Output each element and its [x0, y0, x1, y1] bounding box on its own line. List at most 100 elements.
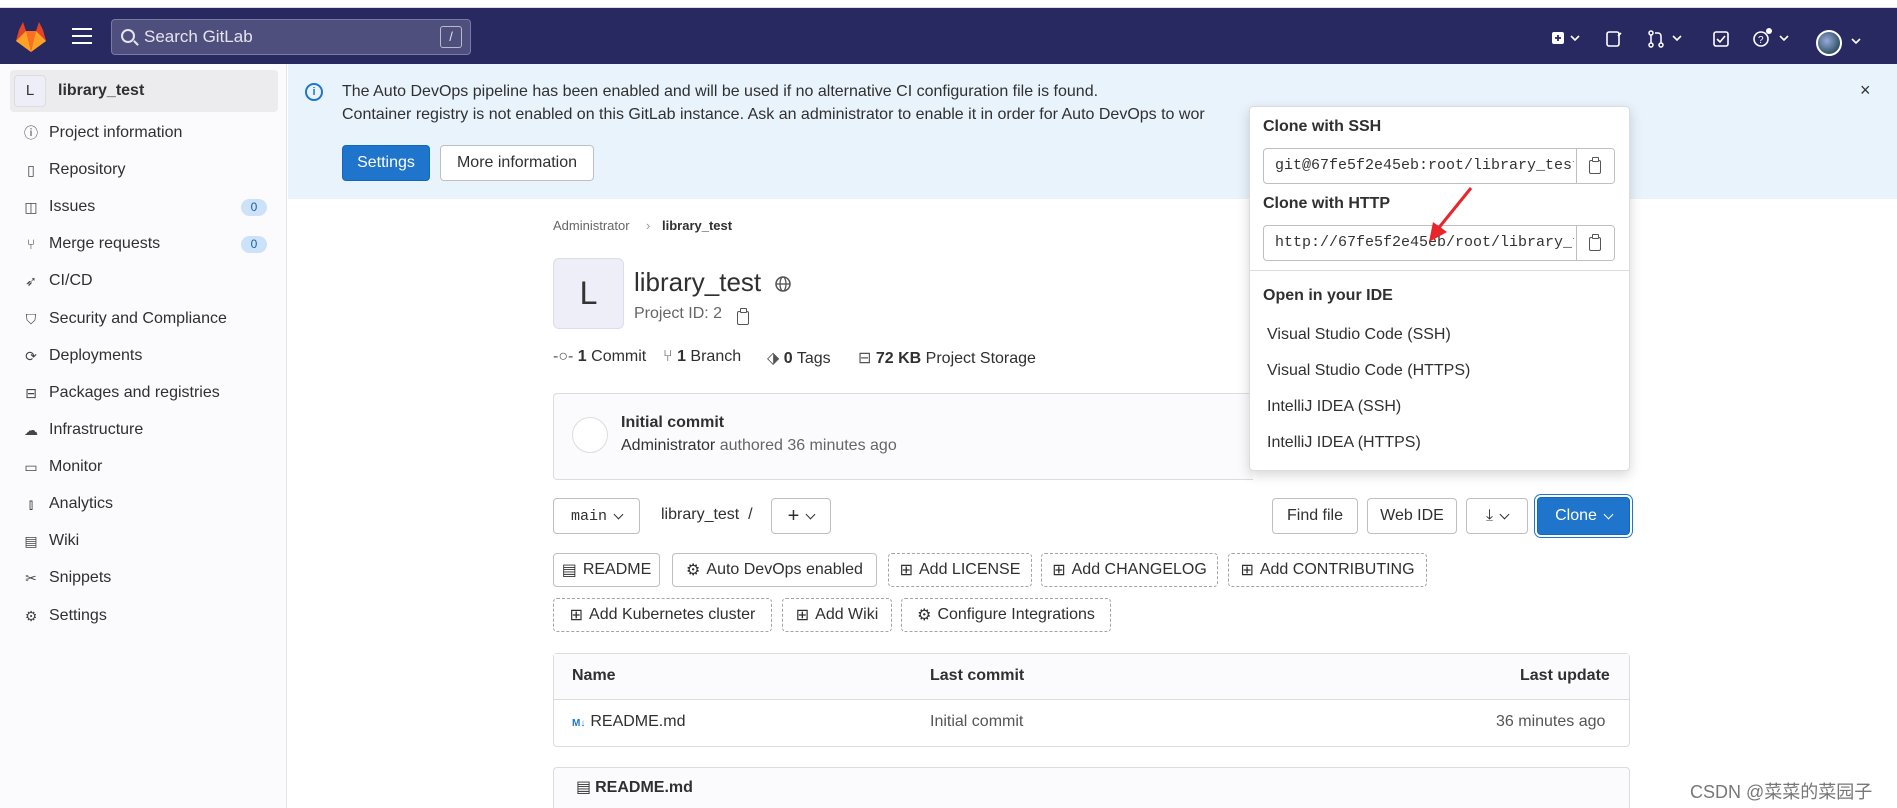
- find-file-button[interactable]: Find file: [1272, 498, 1358, 534]
- configure-integrations-label: Configure Integrations: [937, 606, 1095, 623]
- menu-hamburger-icon[interactable]: [72, 28, 92, 44]
- copy-ssh-url-button[interactable]: [1576, 149, 1614, 183]
- sidebar-item-label: Project information: [49, 124, 183, 141]
- column-name: Name: [572, 667, 616, 684]
- search-input[interactable]: Search GitLab /: [111, 19, 471, 55]
- sidebar-item-repository[interactable]: ▯ Repository: [22, 158, 267, 182]
- ide-vscode-ssh[interactable]: Visual Studio Code (SSH): [1267, 326, 1451, 344]
- file-tree-header: [554, 654, 1629, 700]
- sidebar-item-label: Security and Compliance: [49, 310, 227, 327]
- add-file-dropdown[interactable]: +: [771, 498, 831, 534]
- add-changelog-button[interactable]: ⊞ Add CHANGELOG: [1041, 553, 1218, 587]
- close-icon[interactable]: ×: [1860, 80, 1871, 101]
- alert-more-information-button[interactable]: More information: [440, 145, 594, 181]
- sidebar-item-snippets[interactable]: ✂ Snippets: [22, 566, 267, 590]
- add-changelog-label: Add CHANGELOG: [1071, 561, 1207, 578]
- clone-label: Clone: [1555, 507, 1597, 524]
- create-new-icon[interactable]: [1551, 30, 1581, 46]
- sidebar-project-header[interactable]: L library_test: [10, 70, 278, 112]
- sidebar-item-settings[interactable]: ⚙ Settings: [22, 604, 267, 628]
- sidebar-item-project-information[interactable]: ⓘ Project information: [22, 121, 267, 145]
- svg-text:?: ?: [1758, 35, 1764, 46]
- branches-stat[interactable]: ⑂ 1 Branch: [663, 348, 741, 366]
- todo-icon[interactable]: [1712, 30, 1730, 48]
- issues-icon: ◫: [24, 198, 38, 215]
- gear-icon: ⚙: [686, 562, 701, 579]
- shield-icon: ⛉: [25, 310, 37, 327]
- sidebar-item-merge-requests[interactable]: ⑂ Merge requests 0: [22, 232, 267, 256]
- web-ide-button[interactable]: Web IDE: [1367, 498, 1457, 534]
- commit-author-avatar: [572, 417, 608, 453]
- breadcrumb-parent[interactable]: Administrator: [553, 218, 630, 233]
- sidebar-item-label: Settings: [49, 607, 107, 624]
- sidebar-item-analytics[interactable]: ⫾ Analytics: [22, 492, 267, 516]
- help-icon[interactable]: ?: [1752, 28, 1792, 48]
- copy-http-url-button[interactable]: [1576, 226, 1614, 260]
- issues-icon[interactable]: [1605, 30, 1623, 48]
- sidebar-item-wiki[interactable]: ▤ Wiki: [22, 529, 267, 553]
- sidebar-item-cicd[interactable]: ➶ CI/CD: [22, 269, 267, 293]
- storage-label: Project Storage: [925, 350, 1036, 367]
- sidebar-item-packages[interactable]: ⊟ Packages and registries: [22, 381, 267, 405]
- chevron-down-icon[interactable]: [1850, 36, 1862, 46]
- commit-time: authored 36 minutes ago: [719, 437, 897, 454]
- sidebar-item-infrastructure[interactable]: ☁ Infrastructure: [22, 418, 267, 442]
- project-avatar: L: [14, 75, 46, 107]
- cloud-gear-icon: ☁: [24, 421, 38, 438]
- gear-icon: ⚙: [24, 607, 38, 624]
- file-last-commit[interactable]: Initial commit: [930, 713, 1023, 731]
- download-dropdown[interactable]: ⤓: [1466, 498, 1528, 534]
- configure-integrations-button[interactable]: ⚙ Configure Integrations: [901, 598, 1111, 632]
- commits-stat[interactable]: -○- 1 Commit: [553, 348, 646, 366]
- repo-path-root[interactable]: library_test: [661, 506, 739, 523]
- clone-button[interactable]: Clone: [1537, 497, 1630, 535]
- auto-devops-button[interactable]: ⚙ Auto DevOps enabled: [672, 553, 877, 587]
- ide-intellij-ssh[interactable]: IntelliJ IDEA (SSH): [1267, 398, 1401, 416]
- add-contributing-button[interactable]: ⊞ Add CONTRIBUTING: [1228, 553, 1427, 587]
- add-wiki-button[interactable]: ⊞ Add Wiki: [782, 598, 892, 632]
- readme-button[interactable]: ▤ README: [553, 553, 660, 587]
- branches-count: 1: [677, 348, 686, 365]
- ide-intellij-https[interactable]: IntelliJ IDEA (HTTPS): [1267, 434, 1421, 452]
- package-icon: ⊟: [25, 384, 37, 401]
- open-in-ide-label: Open in your IDE: [1263, 287, 1393, 304]
- sidebar-item-issues[interactable]: ◫ Issues 0: [22, 195, 267, 219]
- table-row[interactable]: M↓ README.md: [572, 713, 685, 731]
- sidebar-item-monitor[interactable]: ▭ Monitor: [22, 455, 267, 479]
- sidebar-project-name: library_test: [58, 82, 145, 99]
- alert-message-line-2: Container registry is not enabled on thi…: [342, 106, 1205, 123]
- user-avatar[interactable]: [1816, 30, 1842, 56]
- gitlab-logo-icon[interactable]: [14, 21, 48, 53]
- project-id: Project ID: 2: [634, 305, 723, 322]
- add-contributing-label: Add CONTRIBUTING: [1259, 561, 1415, 578]
- breadcrumb-current[interactable]: library_test: [662, 218, 732, 233]
- clone-ssh-field[interactable]: git@67fe5f2e45eb:root/library_test.git: [1263, 148, 1615, 184]
- issues-count-badge: 0: [241, 199, 267, 216]
- add-kubernetes-cluster-button[interactable]: ⊞ Add Kubernetes cluster: [553, 598, 772, 632]
- page-title: library_test: [634, 267, 762, 297]
- column-last-update: Last update: [1520, 667, 1610, 684]
- file-name[interactable]: README.md: [590, 713, 685, 730]
- storage-size: 72 KB: [875, 350, 922, 367]
- commits-label: Commit: [591, 348, 647, 365]
- branch-selector[interactable]: main: [553, 498, 640, 534]
- add-license-button[interactable]: ⊞ Add LICENSE: [888, 553, 1032, 587]
- ide-vscode-https[interactable]: Visual Studio Code (HTTPS): [1267, 362, 1470, 380]
- clone-http-url[interactable]: http://67fe5f2e45eb/root/library_test.gi…: [1264, 226, 1574, 260]
- commit-title[interactable]: Initial commit: [621, 414, 724, 432]
- plus-icon: +: [787, 504, 800, 527]
- merge-requests-icon[interactable]: [1647, 30, 1685, 48]
- snippet-icon: ✂: [25, 569, 37, 586]
- clone-ssh-url[interactable]: git@67fe5f2e45eb:root/library_test.git: [1264, 149, 1574, 183]
- alert-settings-button[interactable]: Settings: [342, 145, 430, 181]
- sidebar-item-security[interactable]: ⛉ Security and Compliance: [22, 307, 267, 331]
- tags-stat[interactable]: ⬗ 0 Tags: [767, 348, 831, 368]
- repo-path-separator: /: [748, 506, 753, 523]
- storage-stat[interactable]: ⊟ 72 KB Project Storage: [858, 348, 1036, 368]
- commit-author[interactable]: Administrator: [621, 437, 715, 454]
- commit-meta: Administrator authored 36 minutes ago: [621, 437, 897, 455]
- sidebar-item-label: Snippets: [49, 569, 112, 586]
- sidebar-item-deployments[interactable]: ⟳ Deployments: [22, 344, 267, 368]
- copy-project-id-icon[interactable]: [737, 308, 749, 325]
- download-icon: ⤓: [1485, 507, 1494, 524]
